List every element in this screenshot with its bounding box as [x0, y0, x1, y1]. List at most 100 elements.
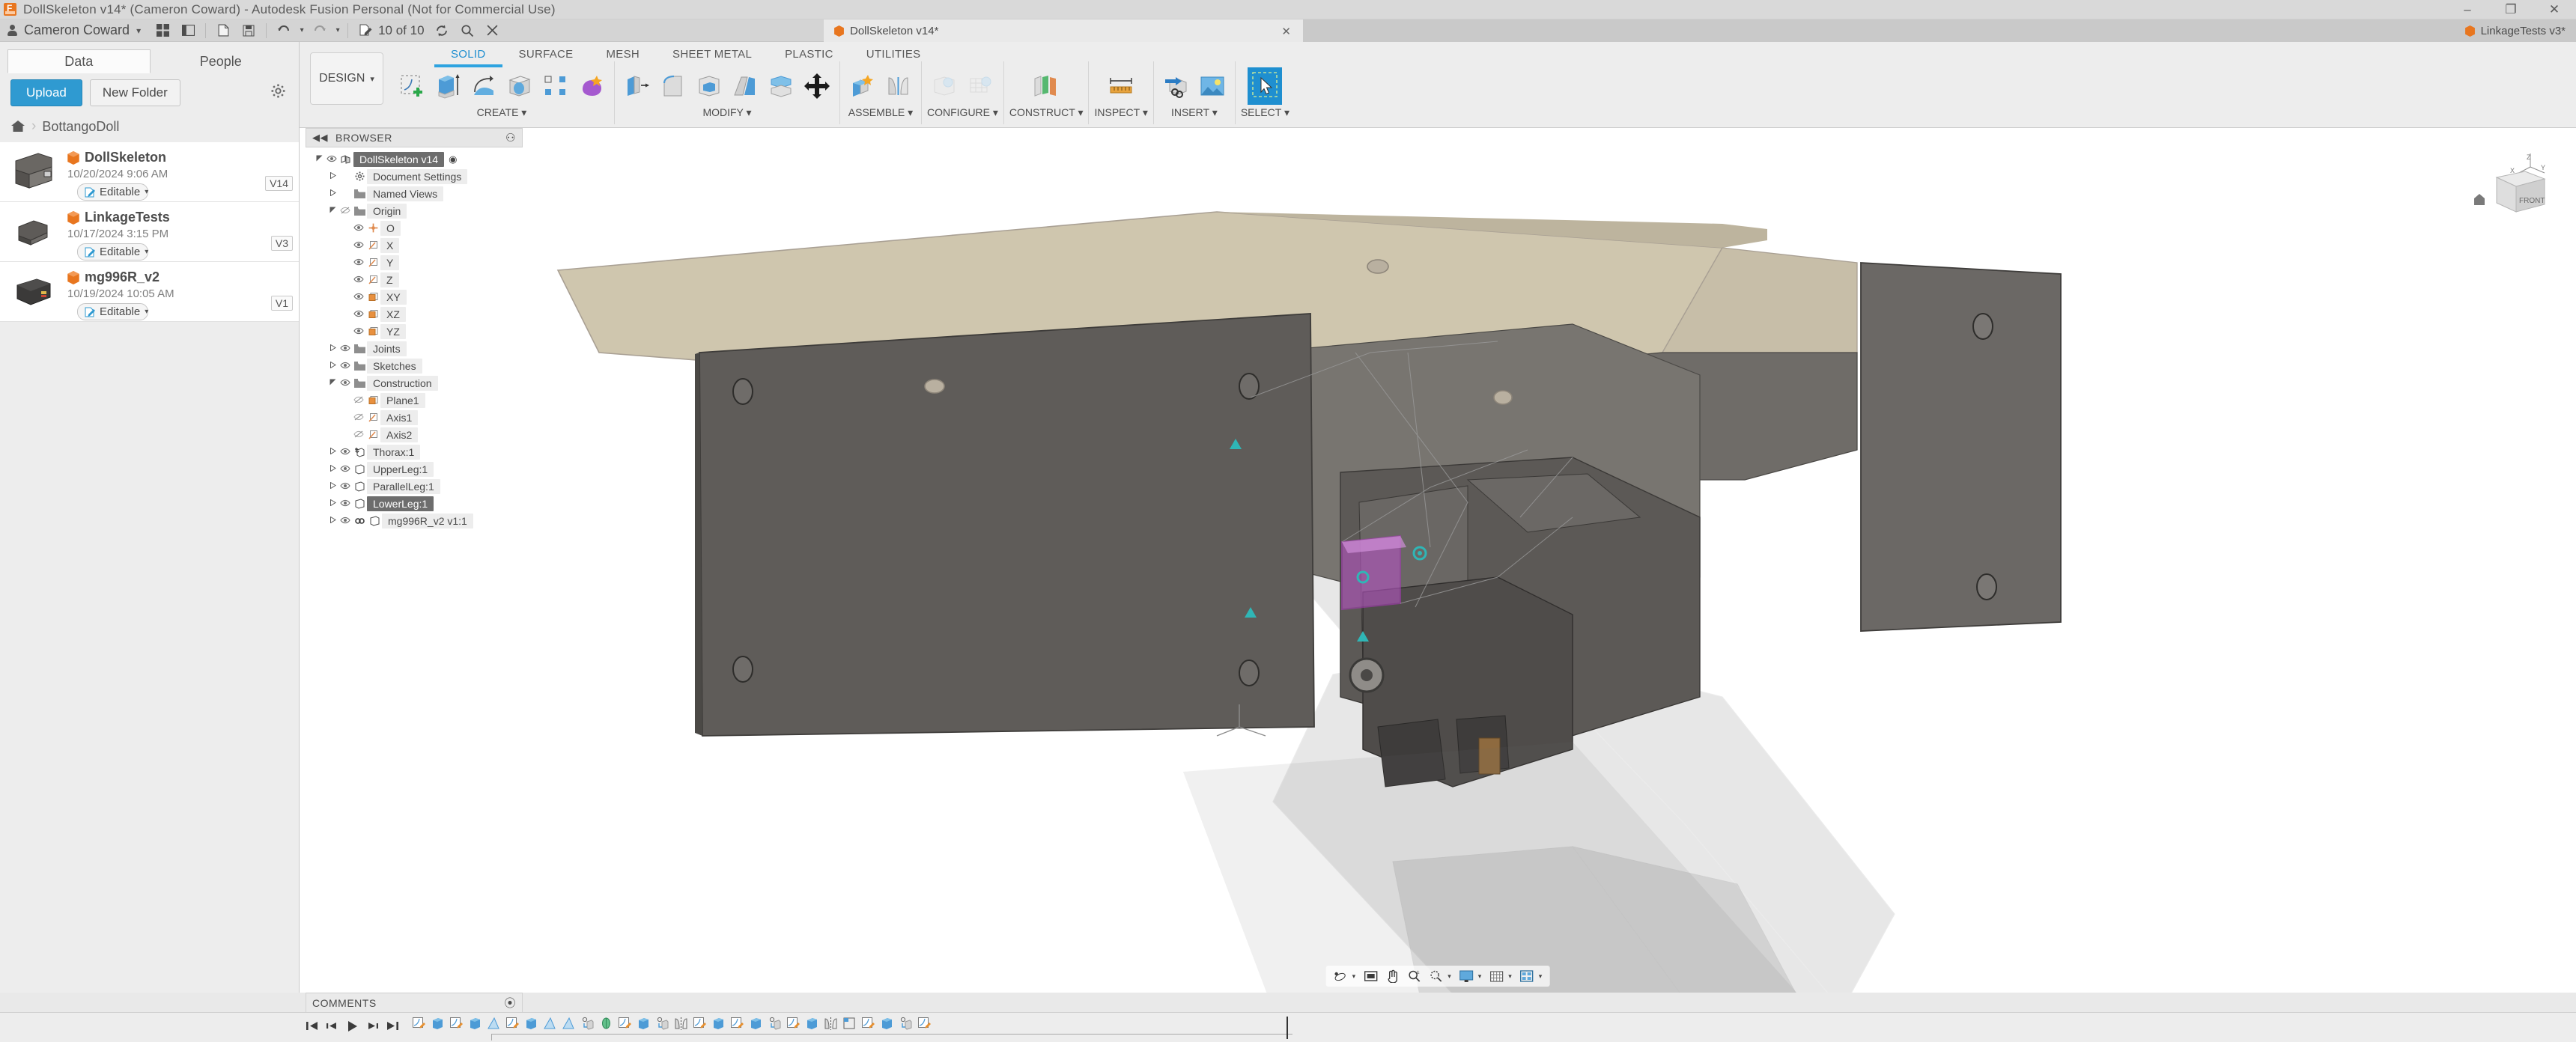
- redo-dropdown-icon[interactable]: ▾: [332, 19, 343, 42]
- viewports-icon[interactable]: [1517, 967, 1537, 985]
- breadcrumb-folder-label[interactable]: BottangoDoll: [42, 119, 119, 135]
- pattern-icon[interactable]: [538, 67, 573, 105]
- expander-icon[interactable]: [326, 447, 338, 457]
- offset-plane-icon[interactable]: [1029, 67, 1063, 105]
- browser-node-xz[interactable]: XZ: [306, 305, 523, 323]
- document-tab-close-icon[interactable]: ✕: [1281, 25, 1291, 38]
- tab-utilities[interactable]: UTILITIES: [850, 46, 938, 67]
- tab-sheet-metal[interactable]: SHEET METAL: [656, 46, 768, 67]
- viewport[interactable]: ◀◀ BROWSER ⚇ DollSkeleton v14 ◉ Document S…: [300, 128, 2576, 993]
- timeline-feature-sketch[interactable]: [410, 1017, 428, 1039]
- grid-icon[interactable]: [150, 19, 175, 42]
- browser-node-axis1[interactable]: Axis1: [306, 409, 523, 426]
- browser-node-lowerleg-1[interactable]: LowerLeg:1: [306, 495, 523, 512]
- configure-table-icon[interactable]: [963, 67, 997, 105]
- circle-minus-icon[interactable]: ⚇: [505, 131, 516, 144]
- grid-snap-icon[interactable]: [1486, 967, 1506, 985]
- expander-icon[interactable]: [326, 379, 338, 388]
- permission-dropdown[interactable]: Editable ▾: [77, 303, 148, 320]
- visibility-toggle-icon[interactable]: [352, 258, 365, 268]
- upload-button[interactable]: Upload: [10, 79, 82, 106]
- close-icon[interactable]: [480, 19, 505, 42]
- form-icon[interactable]: [574, 67, 609, 105]
- minimize-button[interactable]: –: [2446, 0, 2489, 19]
- browser-node-axis2[interactable]: Axis2: [306, 426, 523, 443]
- visibility-toggle-icon[interactable]: [352, 412, 365, 423]
- version-badge[interactable]: V3: [270, 236, 293, 251]
- visibility-toggle-icon[interactable]: [338, 481, 352, 492]
- visibility-toggle-icon[interactable]: [352, 326, 365, 337]
- tab-plastic[interactable]: PLASTIC: [768, 46, 850, 67]
- extrude-icon[interactable]: [431, 67, 465, 105]
- new-sketch-icon[interactable]: [395, 67, 429, 105]
- display-settings-icon[interactable]: [1456, 967, 1476, 985]
- chevron-down-icon[interactable]: ▾: [1352, 972, 1356, 981]
- visibility-toggle-icon[interactable]: [338, 516, 352, 526]
- chevron-down-icon[interactable]: ▾: [1539, 972, 1543, 981]
- panel-label[interactable]: ASSEMBLE ▾: [848, 106, 913, 119]
- insert-derive-icon[interactable]: [1159, 67, 1194, 105]
- list-item[interactable]: DollSkeleton 10/20/2024 9:06 AM Editable…: [0, 142, 299, 202]
- version-badge[interactable]: V14: [265, 176, 293, 191]
- expander-icon[interactable]: [326, 344, 338, 353]
- expander-icon[interactable]: [326, 207, 338, 216]
- browser-node-joints[interactable]: Joints: [306, 340, 523, 357]
- press-pull-icon[interactable]: [620, 67, 654, 105]
- document-tab-linkagetests[interactable]: LinkageTests v3*: [1303, 19, 2576, 42]
- chevron-down-icon[interactable]: ▾: [1448, 972, 1451, 981]
- browser-node-y[interactable]: Y: [306, 254, 523, 271]
- play-icon[interactable]: [346, 1020, 359, 1035]
- browser-node-origin[interactable]: Origin: [306, 202, 523, 219]
- refresh-icon[interactable]: [429, 19, 455, 42]
- circle-plus-icon[interactable]: ⦿: [504, 995, 516, 1011]
- maximize-button[interactable]: ❐: [2489, 0, 2533, 19]
- visibility-toggle-icon[interactable]: [352, 430, 365, 440]
- list-item[interactable]: LinkageTests 10/17/2024 3:15 PM Editable…: [0, 202, 299, 262]
- browser-node-yz[interactable]: YZ: [306, 323, 523, 340]
- double-chevron-left-icon[interactable]: ◀◀: [312, 132, 328, 144]
- visibility-toggle-icon[interactable]: [325, 154, 338, 165]
- visibility-toggle-icon[interactable]: [338, 447, 352, 457]
- move-copy-icon[interactable]: [800, 67, 834, 105]
- save-icon[interactable]: [236, 19, 261, 42]
- zoom-icon[interactable]: ±: [1404, 967, 1424, 985]
- measure-icon[interactable]: [1104, 67, 1138, 105]
- permission-dropdown[interactable]: Editable ▾: [77, 243, 148, 260]
- panel-label[interactable]: MODIFY ▾: [702, 106, 751, 119]
- tab-data[interactable]: Data: [7, 49, 151, 73]
- panel-label[interactable]: INSERT ▾: [1171, 106, 1218, 119]
- tab-people[interactable]: People: [150, 49, 291, 73]
- file-icon[interactable]: [210, 19, 236, 42]
- panel-label[interactable]: SELECT ▾: [1241, 106, 1289, 119]
- timeline-feature-sketch[interactable]: [447, 1017, 466, 1039]
- timeline-feature-extrude[interactable]: [428, 1017, 447, 1039]
- select-cursor-icon[interactable]: [1248, 67, 1283, 105]
- fit-icon[interactable]: [1361, 967, 1380, 985]
- new-folder-button[interactable]: New Folder: [89, 79, 180, 106]
- timeline-feature-extrude[interactable]: [466, 1017, 484, 1039]
- radio-icon[interactable]: ◉: [449, 153, 457, 165]
- home-icon[interactable]: [10, 120, 25, 133]
- joint-icon[interactable]: [881, 67, 916, 105]
- visibility-toggle-icon[interactable]: [352, 240, 365, 251]
- draft-icon[interactable]: [728, 67, 762, 105]
- account-menu[interactable]: Cameron Coward ▾: [0, 19, 150, 42]
- expander-icon[interactable]: [326, 171, 338, 181]
- panel-label[interactable]: CONFIGURE ▾: [927, 106, 998, 119]
- browser-node-dollskeleton-v14[interactable]: DollSkeleton v14 ◉: [306, 150, 523, 168]
- comments-panel[interactable]: COMMENTS ⦿: [306, 993, 523, 1012]
- orbit-icon[interactable]: [1331, 967, 1350, 985]
- visibility-toggle-icon[interactable]: [352, 309, 365, 320]
- chevron-down-icon[interactable]: ▾: [1478, 972, 1482, 981]
- panel-label[interactable]: INSPECT ▾: [1094, 106, 1147, 119]
- zoom-window-icon[interactable]: [1426, 967, 1445, 985]
- go-to-beginning-icon[interactable]: [306, 1020, 318, 1035]
- go-to-end-icon[interactable]: [386, 1020, 399, 1035]
- permission-dropdown[interactable]: Editable ▾: [77, 183, 148, 201]
- tab-surface[interactable]: SURFACE: [502, 46, 590, 67]
- timeline-marker[interactable]: [1287, 1017, 1288, 1039]
- model-3d-view[interactable]: [300, 128, 2576, 993]
- browser-node-thorax-1[interactable]: Thorax:1: [306, 443, 523, 460]
- browser-node-upperleg-1[interactable]: UpperLeg:1: [306, 460, 523, 478]
- visibility-toggle-icon[interactable]: [338, 344, 352, 354]
